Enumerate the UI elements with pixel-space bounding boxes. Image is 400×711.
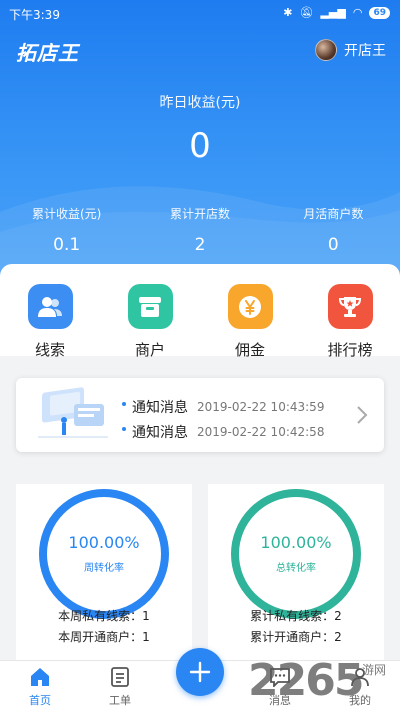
watermark-text: 游网 <box>362 663 387 677</box>
stat-total-stores[interactable]: 累计开店数 2 <box>133 205 266 255</box>
total-opened-merchants: 累计开通商户：2 <box>250 630 342 644</box>
shortcut-label: 佣金 <box>234 341 265 359</box>
store-switch-button[interactable]: 开店王 <box>315 39 386 61</box>
weekly-conversion-card[interactable]: 100.00% 周转化率 本周私有线索：1 本周开通商户：1 <box>16 484 192 660</box>
app-title: 拓店王 <box>16 41 79 65</box>
stat-label: 月活商户数 <box>303 207 364 221</box>
status-time: 下午3:39 <box>9 8 60 22</box>
summary-stats: 累计收益(元) 0.1 累计开店数 2 月活商户数 0 <box>0 205 400 255</box>
notification-title: 通知消息 <box>132 424 188 441</box>
stat-label: 累计收益(元) <box>31 207 102 221</box>
weekly-conversion-caption: 周转化率 <box>84 563 124 574</box>
store-icon <box>127 284 173 329</box>
shortcut-label: 排行榜 <box>327 341 373 359</box>
users-icon <box>27 284 73 329</box>
bluetooth-icon: ✱ <box>283 6 293 19</box>
total-conversion-card[interactable]: 100.00% 总转化率 累计私有线索：2 累计开通商户：2 <box>208 484 384 660</box>
notification-time: 2019-02-22 10:43:59 <box>197 399 325 414</box>
notification-time: 2019-02-22 10:42:58 <box>197 424 325 439</box>
notification-card[interactable]: 通知消息 2019-02-22 10:43:59 通知消息 2019-02-22… <box>16 378 384 452</box>
stat-total-income[interactable]: 累计收益(元) 0.1 <box>0 205 133 255</box>
notification-item[interactable]: 通知消息 2019-02-22 10:43:59 <box>122 394 324 419</box>
store-name: 开店王 <box>344 43 386 59</box>
notification-illustration <box>38 387 108 438</box>
shortcut-card: 线索 商户 佣金 排行榜 <box>0 264 400 359</box>
add-button[interactable] <box>176 648 224 696</box>
stat-label: 累计开店数 <box>169 207 230 221</box>
shortcut-commission[interactable]: 佣金 <box>200 284 300 360</box>
status-bar: 下午3:39 ✱ 🔕︎ ▂▄▆ ◠ 69 <box>0 0 400 26</box>
tab-label: 首页 <box>29 694 51 707</box>
tab-label: 工单 <box>109 694 131 707</box>
total-conversion-caption: 总转化率 <box>276 563 316 574</box>
notification-item[interactable]: 通知消息 2019-02-22 10:42:58 <box>122 419 324 444</box>
stat-value: 2 <box>194 235 206 255</box>
stat-monthly-active[interactable]: 月活商户数 0 <box>267 205 400 255</box>
shortcut-leads[interactable]: 线索 <box>0 284 100 360</box>
weekly-opened-merchants: 本周开通商户：1 <box>58 630 150 644</box>
yesterday-income-value: 0 <box>189 126 211 166</box>
shortcut-ranking[interactable]: 排行榜 <box>300 284 400 360</box>
shortcut-label: 商户 <box>134 341 165 359</box>
home-icon <box>31 668 49 686</box>
trophy-icon <box>327 284 373 329</box>
notification-title: 通知消息 <box>132 399 188 416</box>
avatar <box>315 39 337 61</box>
weekly-conversion-percent: 100.00% <box>68 533 140 552</box>
total-private-leads: 累计私有线索：2 <box>250 609 342 623</box>
chevron-right-icon <box>357 406 368 424</box>
workorder-icon <box>111 667 129 687</box>
bullet-dot <box>122 401 126 406</box>
mute-icon: 🔕︎ <box>299 6 314 19</box>
total-conversion-ring: 100.00% 总转化率 <box>231 489 361 619</box>
plus-icon <box>189 661 211 683</box>
stat-value: 0.1 <box>53 235 81 255</box>
watermark-number: 2265 <box>248 655 364 706</box>
total-conversion-percent: 100.00% <box>260 533 332 552</box>
top-bar: 拓店王 开店王 <box>0 34 400 70</box>
shortcut-merchants[interactable]: 商户 <box>100 284 200 360</box>
tab-home[interactable]: 首页 <box>10 661 70 711</box>
signal-icon: ▂▄▆ <box>320 6 346 19</box>
watermark: 2265 游网 <box>248 655 398 711</box>
shortcut-label: 线索 <box>34 341 65 359</box>
stat-value: 0 <box>327 235 339 255</box>
yen-icon <box>227 284 273 329</box>
wifi-icon: ◠ <box>352 6 363 19</box>
tab-workorder[interactable]: 工单 <box>90 661 150 711</box>
battery-icon: 69 <box>369 6 390 19</box>
bullet-dot <box>122 426 126 431</box>
yesterday-income-label: 昨日收益(元) <box>159 95 241 111</box>
weekly-conversion-ring: 100.00% 周转化率 <box>39 489 169 619</box>
weekly-private-leads: 本周私有线索：1 <box>58 609 150 623</box>
